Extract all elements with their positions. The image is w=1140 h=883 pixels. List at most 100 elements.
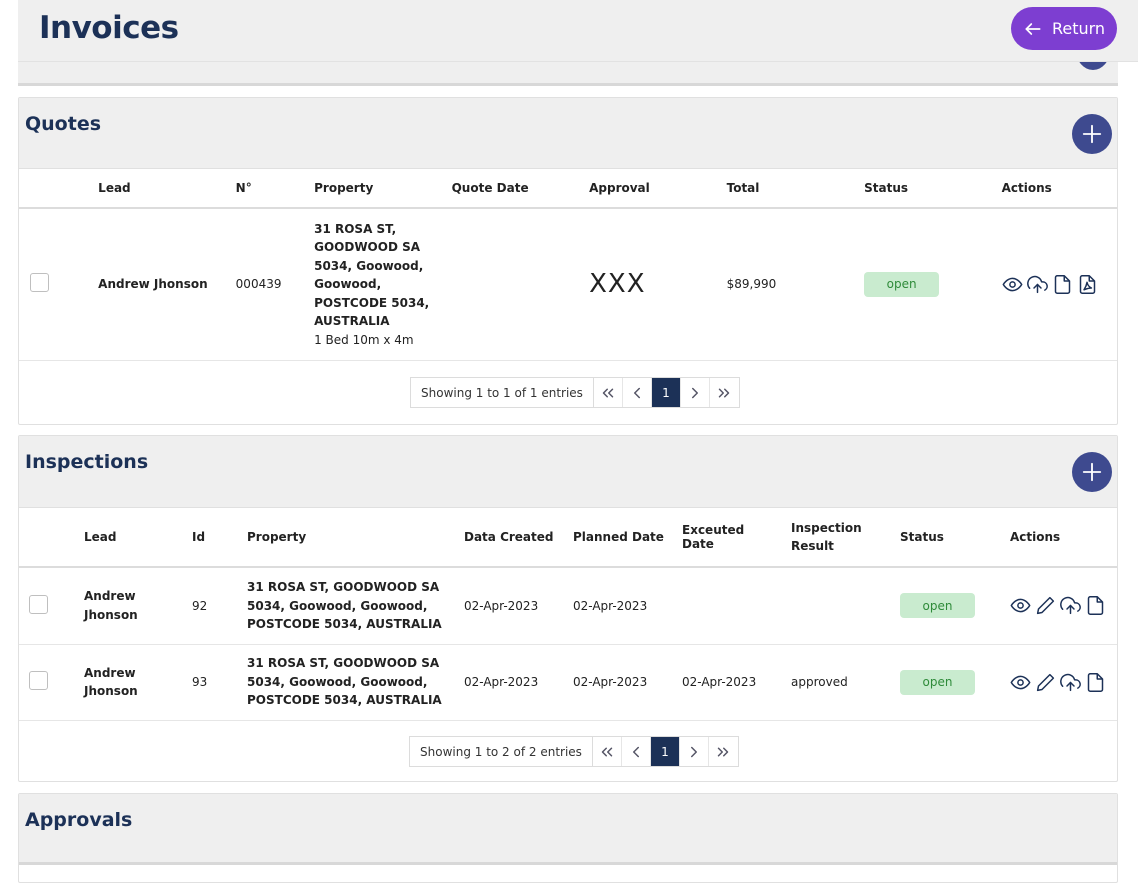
pencil-icon[interactable] (1035, 595, 1056, 616)
first-page-button[interactable] (594, 378, 623, 407)
page-number-button[interactable]: 1 (651, 378, 681, 407)
add-invoice-button[interactable] (1076, 62, 1110, 70)
chevrons-left-icon (602, 388, 614, 397)
next-page-button[interactable] (681, 378, 710, 407)
id-cell: 93 (180, 644, 235, 721)
arrow-left-icon (1025, 22, 1041, 35)
last-page-button[interactable] (709, 737, 738, 766)
file-icon[interactable] (1052, 274, 1073, 295)
result-cell: approved (779, 644, 888, 721)
chevrons-right-icon (718, 747, 729, 756)
inspections-header-row: Lead Id Property Data Created Planned Da… (19, 508, 1117, 568)
property-line: GOODWOOD SA (314, 240, 421, 254)
approval-marks: XXX (589, 269, 646, 300)
data-created-cell: 02-Apr-2023 (452, 644, 561, 721)
col-status: Status (888, 508, 998, 568)
data-created-cell: 02-Apr-2023 (452, 567, 561, 645)
quotes-title: Quotes (25, 113, 102, 135)
executed-date-cell: 02-Apr-2023 (670, 644, 779, 721)
inspections-card: Inspections Lead Id Property Data Create… (18, 435, 1118, 782)
return-label: Return (1051, 19, 1106, 38)
col-actions: Actions (998, 508, 1117, 568)
cloud-upload-icon[interactable] (1060, 595, 1081, 616)
col-inspection-result: Inspection Result (779, 508, 888, 568)
row-checkbox[interactable] (29, 671, 48, 690)
col-status: Status (851, 169, 989, 209)
file-icon[interactable] (1085, 595, 1106, 616)
pagination-info: Showing 1 to 1 of 1 entries (411, 378, 594, 407)
quotes-header-row: Lead N° Property Quote Date Approval Tot… (19, 169, 1117, 209)
col-property: Property (235, 508, 452, 568)
chevron-left-icon (633, 387, 640, 398)
status-cell: open (888, 567, 998, 645)
planned-date-cell: 02-Apr-2023 (561, 644, 670, 721)
lead-last: Jhonson (84, 684, 138, 698)
property-cell: 31 ROSA ST, GOODWOOD SA 5034, Goowood, G… (301, 208, 577, 361)
approval-cell: XXX (576, 208, 714, 361)
col-approval: Approval (576, 169, 714, 209)
lead-cell: Andrew Jhonson (71, 644, 180, 721)
status-cell: open (888, 644, 998, 721)
eye-icon[interactable] (1010, 595, 1031, 616)
property-line: 31 ROSA ST, (314, 221, 397, 236)
table-row: Andrew Jhonson 93 31 ROSA ST, GOODWOOD S… (19, 644, 1117, 721)
col-quote-date: Quote Date (438, 169, 577, 209)
status-badge: open (900, 669, 975, 695)
row-checkbox[interactable] (30, 273, 49, 293)
inspections-header: Inspections (19, 436, 1117, 508)
row-checkbox[interactable] (29, 594, 48, 614)
prev-page-button[interactable] (623, 378, 652, 407)
result-cell (779, 567, 888, 645)
cloud-upload-icon[interactable] (1026, 274, 1048, 295)
property-subtitle: 1 Bed 10m x 4m (314, 332, 414, 347)
actions-cell (998, 567, 1117, 645)
plus-icon (1082, 462, 1102, 482)
quotes-pagination: Showing 1 to 1 of 1 entries 1 (410, 377, 740, 408)
col-id: Id (180, 508, 235, 568)
property-line: POSTCODE 5034, AUSTRALIA (247, 617, 442, 631)
return-button[interactable]: Return (1011, 7, 1117, 50)
file-icon[interactable] (1085, 672, 1106, 693)
select-all-col (19, 508, 71, 568)
page-number-button[interactable]: 1 (650, 737, 680, 766)
file-pdf-icon[interactable] (1077, 274, 1098, 295)
pencil-icon[interactable] (1035, 672, 1056, 693)
add-quote-button[interactable] (1072, 114, 1112, 154)
pagination-info: Showing 1 to 2 of 2 entries (410, 737, 593, 766)
cloud-upload-icon[interactable] (1060, 672, 1081, 693)
quotes-table: Lead N° Property Quote Date Approval Tot… (19, 169, 1117, 361)
status-badge: open (900, 593, 975, 619)
id-cell: 92 (180, 567, 235, 645)
total-cell: $89,990 (713, 208, 852, 361)
col-number: N° (221, 169, 302, 209)
prev-page-button[interactable] (622, 737, 651, 766)
chevron-left-icon (632, 746, 639, 757)
col-lead: Lead (71, 508, 180, 568)
col-actions: Actions (988, 169, 1117, 209)
quotes-header: Quotes (19, 98, 1117, 169)
approvals-title: Approvals (25, 809, 133, 831)
eye-icon[interactable] (1010, 672, 1031, 693)
invoices-section-header (18, 62, 1118, 86)
property-line: 5034, Goowood, (314, 258, 424, 273)
chevron-right-icon (691, 387, 698, 398)
status-cell: open (851, 208, 989, 361)
inspections-table: Lead Id Property Data Created Planned Da… (19, 508, 1117, 721)
col-planned-date: Planned Date (561, 508, 670, 568)
col-lead: Lead (84, 169, 222, 209)
planned-date-cell: 02-Apr-2023 (561, 567, 670, 645)
property-line: 5034, Goowood, Goowood, (247, 598, 428, 613)
next-page-button[interactable] (680, 737, 709, 766)
add-inspection-button[interactable] (1072, 452, 1112, 492)
first-page-button[interactable] (593, 737, 622, 766)
page-header: Invoices (18, 0, 1138, 62)
chevrons-right-icon (719, 388, 730, 397)
eye-icon[interactable] (1002, 274, 1023, 295)
last-page-button[interactable] (710, 378, 739, 407)
property-cell: 31 ROSA ST, GOODWOOD SA 5034, Goowood, G… (235, 567, 452, 645)
property-line: 5034, Goowood, Goowood, (247, 674, 428, 689)
quotes-card: Quotes Lead N° Property Quote Date Appro… (18, 97, 1118, 425)
actions-cell (998, 644, 1117, 721)
col-executed-date: Exceuted Date (670, 508, 779, 568)
property-line: POSTCODE 5034, (314, 295, 430, 310)
